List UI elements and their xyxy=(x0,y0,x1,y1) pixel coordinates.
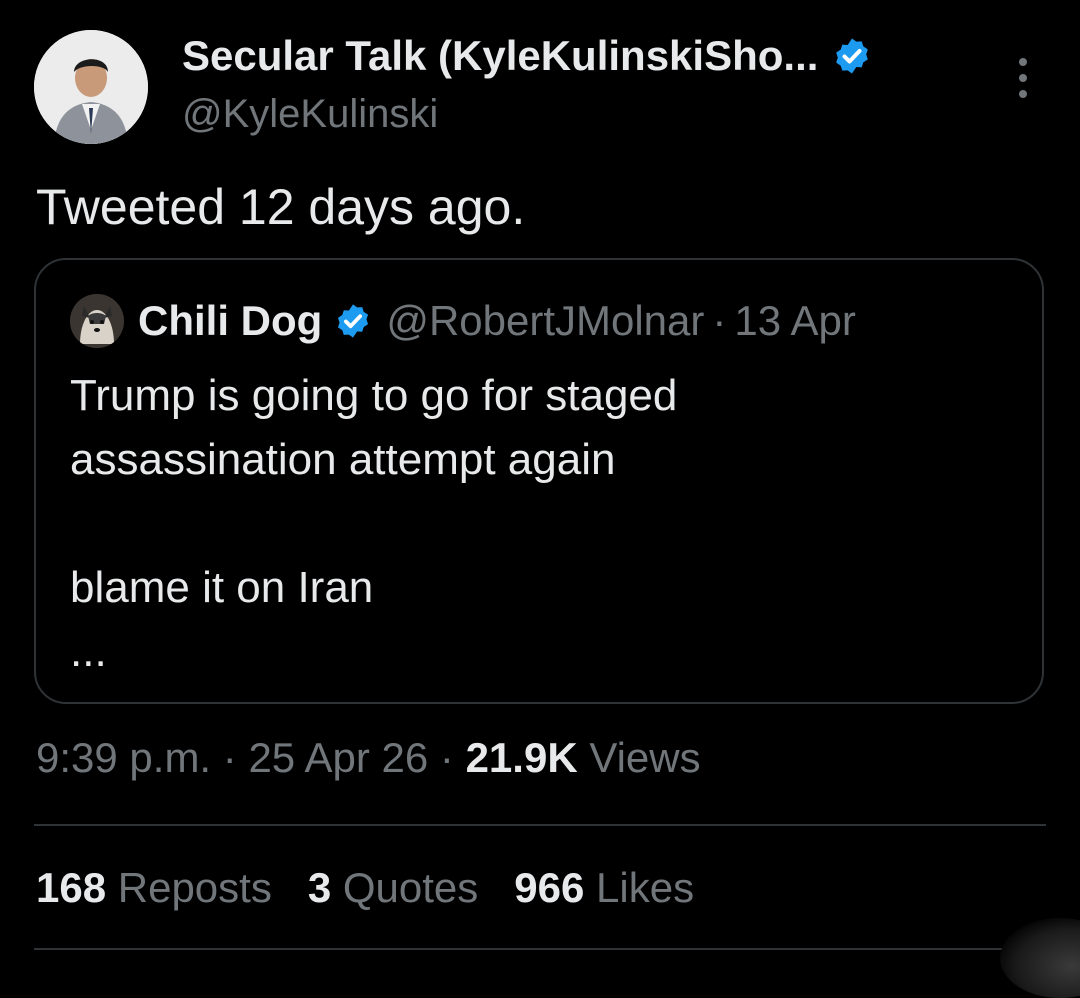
tweet-text: Tweeted 12 days ago. xyxy=(36,179,526,235)
dog-avatar-image xyxy=(70,294,124,348)
views-label: Views xyxy=(589,734,701,781)
quoted-author-handle[interactable]: @RobertJMolnar xyxy=(386,297,704,345)
tweet-meta: 9:39 p.m. · 25 Apr 26 · 21.9K Views xyxy=(36,734,701,782)
tweet-date[interactable]: 25 Apr 26 xyxy=(248,734,428,781)
quotes-count: 3 xyxy=(307,864,332,911)
reposts-count: 168 xyxy=(36,864,107,911)
more-options-icon[interactable] xyxy=(1008,58,1038,98)
quoted-meta-separator: · xyxy=(712,297,727,344)
reposts-label: Reposts xyxy=(117,864,272,911)
views-count: 21.9K xyxy=(465,734,578,781)
quoted-author-avatar[interactable] xyxy=(70,294,124,348)
verified-badge-icon xyxy=(338,304,369,338)
author-handle[interactable]: @KyleKulinski xyxy=(182,92,438,137)
verified-badge-icon xyxy=(836,38,869,74)
reposts-stat[interactable]: 168 Reposts xyxy=(36,864,272,912)
quoted-author-name[interactable]: Chili Dog xyxy=(138,297,322,345)
author-name[interactable]: Secular Talk (KyleKulinskiSho... xyxy=(182,32,818,80)
quoted-tweet-card[interactable]: Chili Dog @RobertJMolnar · 13 Apr Trump … xyxy=(34,258,1044,704)
quoted-tweet-text: Trump is going to go for staged assassin… xyxy=(70,371,678,676)
author-avatar[interactable] xyxy=(34,30,148,144)
corner-shadow xyxy=(1000,918,1080,998)
author-name-row[interactable]: Secular Talk (KyleKulinskiSho... xyxy=(182,32,872,80)
quoted-date[interactable]: 13 Apr xyxy=(734,297,855,345)
quotes-label: Quotes xyxy=(342,864,479,911)
meta-separator: · xyxy=(211,734,249,781)
likes-label: Likes xyxy=(596,864,695,911)
divider xyxy=(34,824,1046,826)
likes-count: 966 xyxy=(514,864,585,911)
divider xyxy=(34,948,1046,950)
engagement-stats: 168 Reposts 3 Quotes 966 Likes xyxy=(36,864,694,912)
quoted-tweet-header: Chili Dog @RobertJMolnar · 13 Apr xyxy=(70,294,856,348)
meta-separator: · xyxy=(428,734,466,781)
likes-stat[interactable]: 966 Likes xyxy=(514,864,694,912)
more-dot xyxy=(1019,58,1027,66)
author-avatar-image xyxy=(34,30,148,144)
more-dot xyxy=(1019,74,1027,82)
more-dot xyxy=(1019,90,1027,98)
tweet-time[interactable]: 9:39 p.m. xyxy=(36,734,211,781)
quotes-stat[interactable]: 3 Quotes xyxy=(308,864,478,912)
